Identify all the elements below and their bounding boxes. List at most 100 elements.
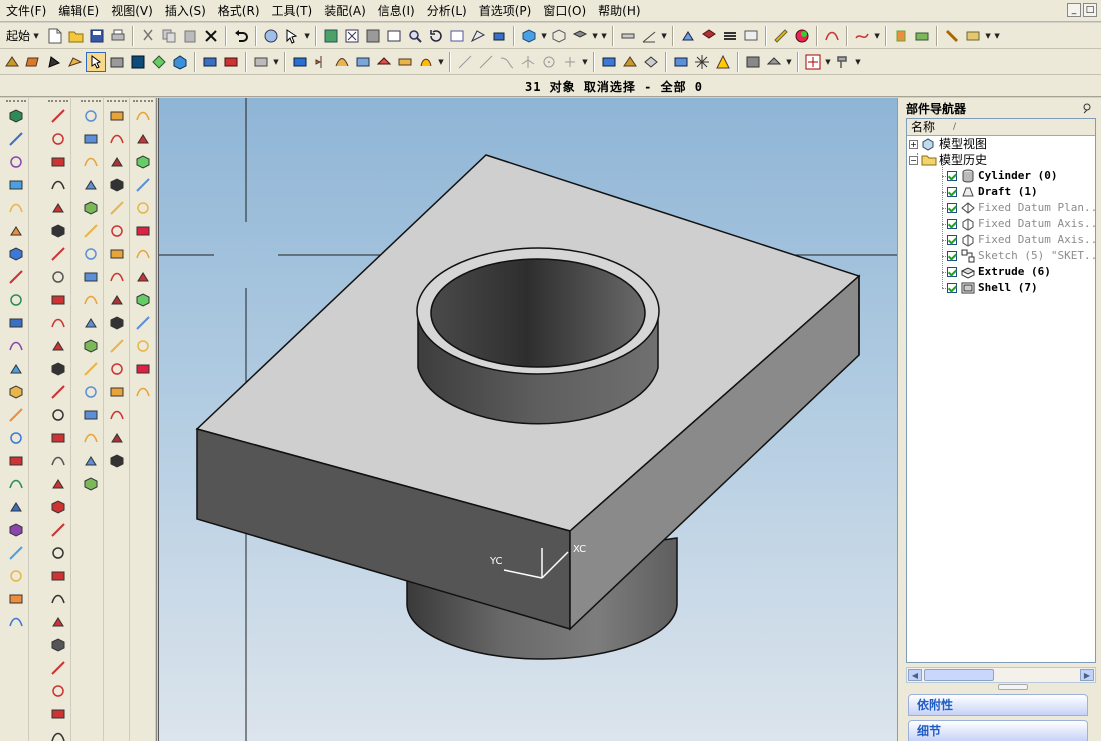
tool-button-icon[interactable] — [107, 405, 127, 425]
snap-icon[interactable] — [678, 26, 698, 46]
curve-icon[interactable] — [822, 26, 842, 46]
tool-button-icon[interactable] — [133, 244, 153, 264]
tool-button-icon[interactable] — [6, 175, 26, 195]
view-orientation-icon[interactable] — [570, 26, 590, 46]
tool-button-icon[interactable] — [48, 658, 68, 678]
tool-button-icon[interactable] — [48, 681, 68, 701]
chevron-down-icon[interactable]: ▼ — [854, 58, 862, 66]
tool-button-icon[interactable] — [6, 313, 26, 333]
chevron-down-icon[interactable]: ▼ — [303, 32, 311, 40]
new-file-icon[interactable] — [45, 26, 65, 46]
tree-node-feature[interactable]: Sketch (5) "SKET... — [907, 248, 1095, 264]
tool-button-icon[interactable] — [107, 428, 127, 448]
tool-button-icon[interactable] — [48, 405, 68, 425]
boss-icon[interactable] — [221, 52, 241, 72]
tool-button-icon[interactable] — [107, 129, 127, 149]
tool-button-icon[interactable] — [6, 336, 26, 356]
tool-button-icon[interactable] — [133, 152, 153, 172]
tool-button-icon[interactable] — [81, 474, 101, 494]
visibility-checkbox[interactable] — [947, 267, 957, 277]
menu-view[interactable]: 视图(V) — [105, 1, 159, 21]
toolbar-grip[interactable] — [6, 100, 26, 103]
chamfer-icon[interactable] — [170, 52, 190, 72]
tool-button-icon[interactable] — [133, 313, 153, 333]
menu-help[interactable]: 帮助(H) — [592, 1, 646, 21]
tree-node-feature[interactable]: Shell (7) — [907, 280, 1095, 296]
tool-button-icon[interactable] — [6, 267, 26, 287]
block-icon[interactable] — [107, 52, 127, 72]
tree-node-feature[interactable]: Fixed Datum Plan... — [907, 200, 1095, 216]
paste-icon[interactable] — [180, 26, 200, 46]
circle-icon[interactable] — [539, 52, 559, 72]
hole-icon[interactable] — [200, 52, 220, 72]
wireframe-icon[interactable] — [549, 26, 569, 46]
visibility-checkbox[interactable] — [947, 283, 957, 293]
tool-button-icon[interactable] — [6, 244, 26, 264]
visibility-checkbox[interactable] — [947, 219, 957, 229]
line-icon[interactable] — [476, 52, 496, 72]
tool-button-icon[interactable] — [133, 129, 153, 149]
selection-filter-icon[interactable] — [86, 51, 106, 72]
display-icon[interactable] — [741, 26, 761, 46]
blend-icon[interactable] — [149, 52, 169, 72]
tool-button-icon[interactable] — [133, 359, 153, 379]
tool-button-icon[interactable] — [6, 474, 26, 494]
measure-angle-icon[interactable] — [639, 26, 659, 46]
tool-button-icon[interactable] — [48, 704, 68, 724]
tool-button-icon[interactable] — [48, 727, 68, 741]
color-icon[interactable] — [792, 26, 812, 46]
minimize-button[interactable]: _ — [1067, 3, 1081, 17]
tool-button-icon[interactable] — [48, 244, 68, 264]
open-folder-icon[interactable] — [66, 26, 86, 46]
extract-icon[interactable] — [416, 52, 436, 72]
tool-button-icon[interactable] — [48, 543, 68, 563]
tool-button-icon[interactable] — [48, 267, 68, 287]
tool-button-icon[interactable] — [107, 290, 127, 310]
tool-button-icon[interactable] — [48, 474, 68, 494]
save-icon[interactable] — [87, 26, 107, 46]
tool-button-icon[interactable] — [81, 428, 101, 448]
box-icon[interactable] — [128, 52, 148, 72]
tool-button-icon[interactable] — [107, 313, 127, 333]
expand-icon[interactable]: + — [909, 140, 918, 149]
tool-button-icon[interactable] — [48, 152, 68, 172]
restore-button[interactable]: □ — [1083, 3, 1097, 17]
chevron-down-icon[interactable]: ▼ — [873, 32, 881, 40]
tool-button-icon[interactable] — [81, 221, 101, 241]
mate-icon[interactable] — [963, 26, 983, 46]
repeat-command-icon[interactable] — [261, 26, 281, 46]
chevron-down-icon[interactable]: ▼ — [437, 58, 445, 66]
tool-button-icon[interactable] — [6, 359, 26, 379]
tool-button-icon[interactable] — [107, 451, 127, 471]
tool-button-icon[interactable] — [81, 336, 101, 356]
menu-assembly[interactable]: 装配(A) — [318, 1, 372, 21]
details-panel-header[interactable]: 细节 — [908, 720, 1088, 741]
tool-button-icon[interactable] — [6, 428, 26, 448]
point-icon[interactable] — [518, 52, 538, 72]
menu-tools[interactable]: 工具(T) — [266, 1, 319, 21]
tool-button-icon[interactable] — [48, 451, 68, 471]
wcs-icon[interactable] — [803, 52, 823, 72]
constraint-icon[interactable] — [942, 26, 962, 46]
tool-button-icon[interactable] — [133, 221, 153, 241]
tool-button-icon[interactable] — [81, 198, 101, 218]
tool-button-icon[interactable] — [6, 106, 26, 126]
menu-preferences[interactable]: 首选项(P) — [473, 1, 538, 21]
tool-button-icon[interactable] — [6, 152, 26, 172]
tool-button-icon[interactable] — [133, 175, 153, 195]
refresh-icon[interactable] — [321, 26, 341, 46]
arc-icon[interactable] — [497, 52, 517, 72]
tool-button-icon[interactable] — [48, 106, 68, 126]
chevron-down-icon[interactable]: ▼ — [272, 58, 280, 66]
tool-button-icon[interactable] — [48, 313, 68, 333]
tool-button-icon[interactable] — [107, 267, 127, 287]
tool-button-icon[interactable] — [81, 359, 101, 379]
tool-button-icon[interactable] — [6, 589, 26, 609]
tool-button-icon[interactable] — [6, 497, 26, 517]
tool-button-icon[interactable] — [107, 175, 127, 195]
tool-button-icon[interactable] — [48, 497, 68, 517]
visibility-checkbox[interactable] — [947, 171, 957, 181]
info-icon[interactable] — [743, 52, 763, 72]
tool-button-icon[interactable] — [107, 152, 127, 172]
restore-view-icon[interactable] — [489, 26, 509, 46]
